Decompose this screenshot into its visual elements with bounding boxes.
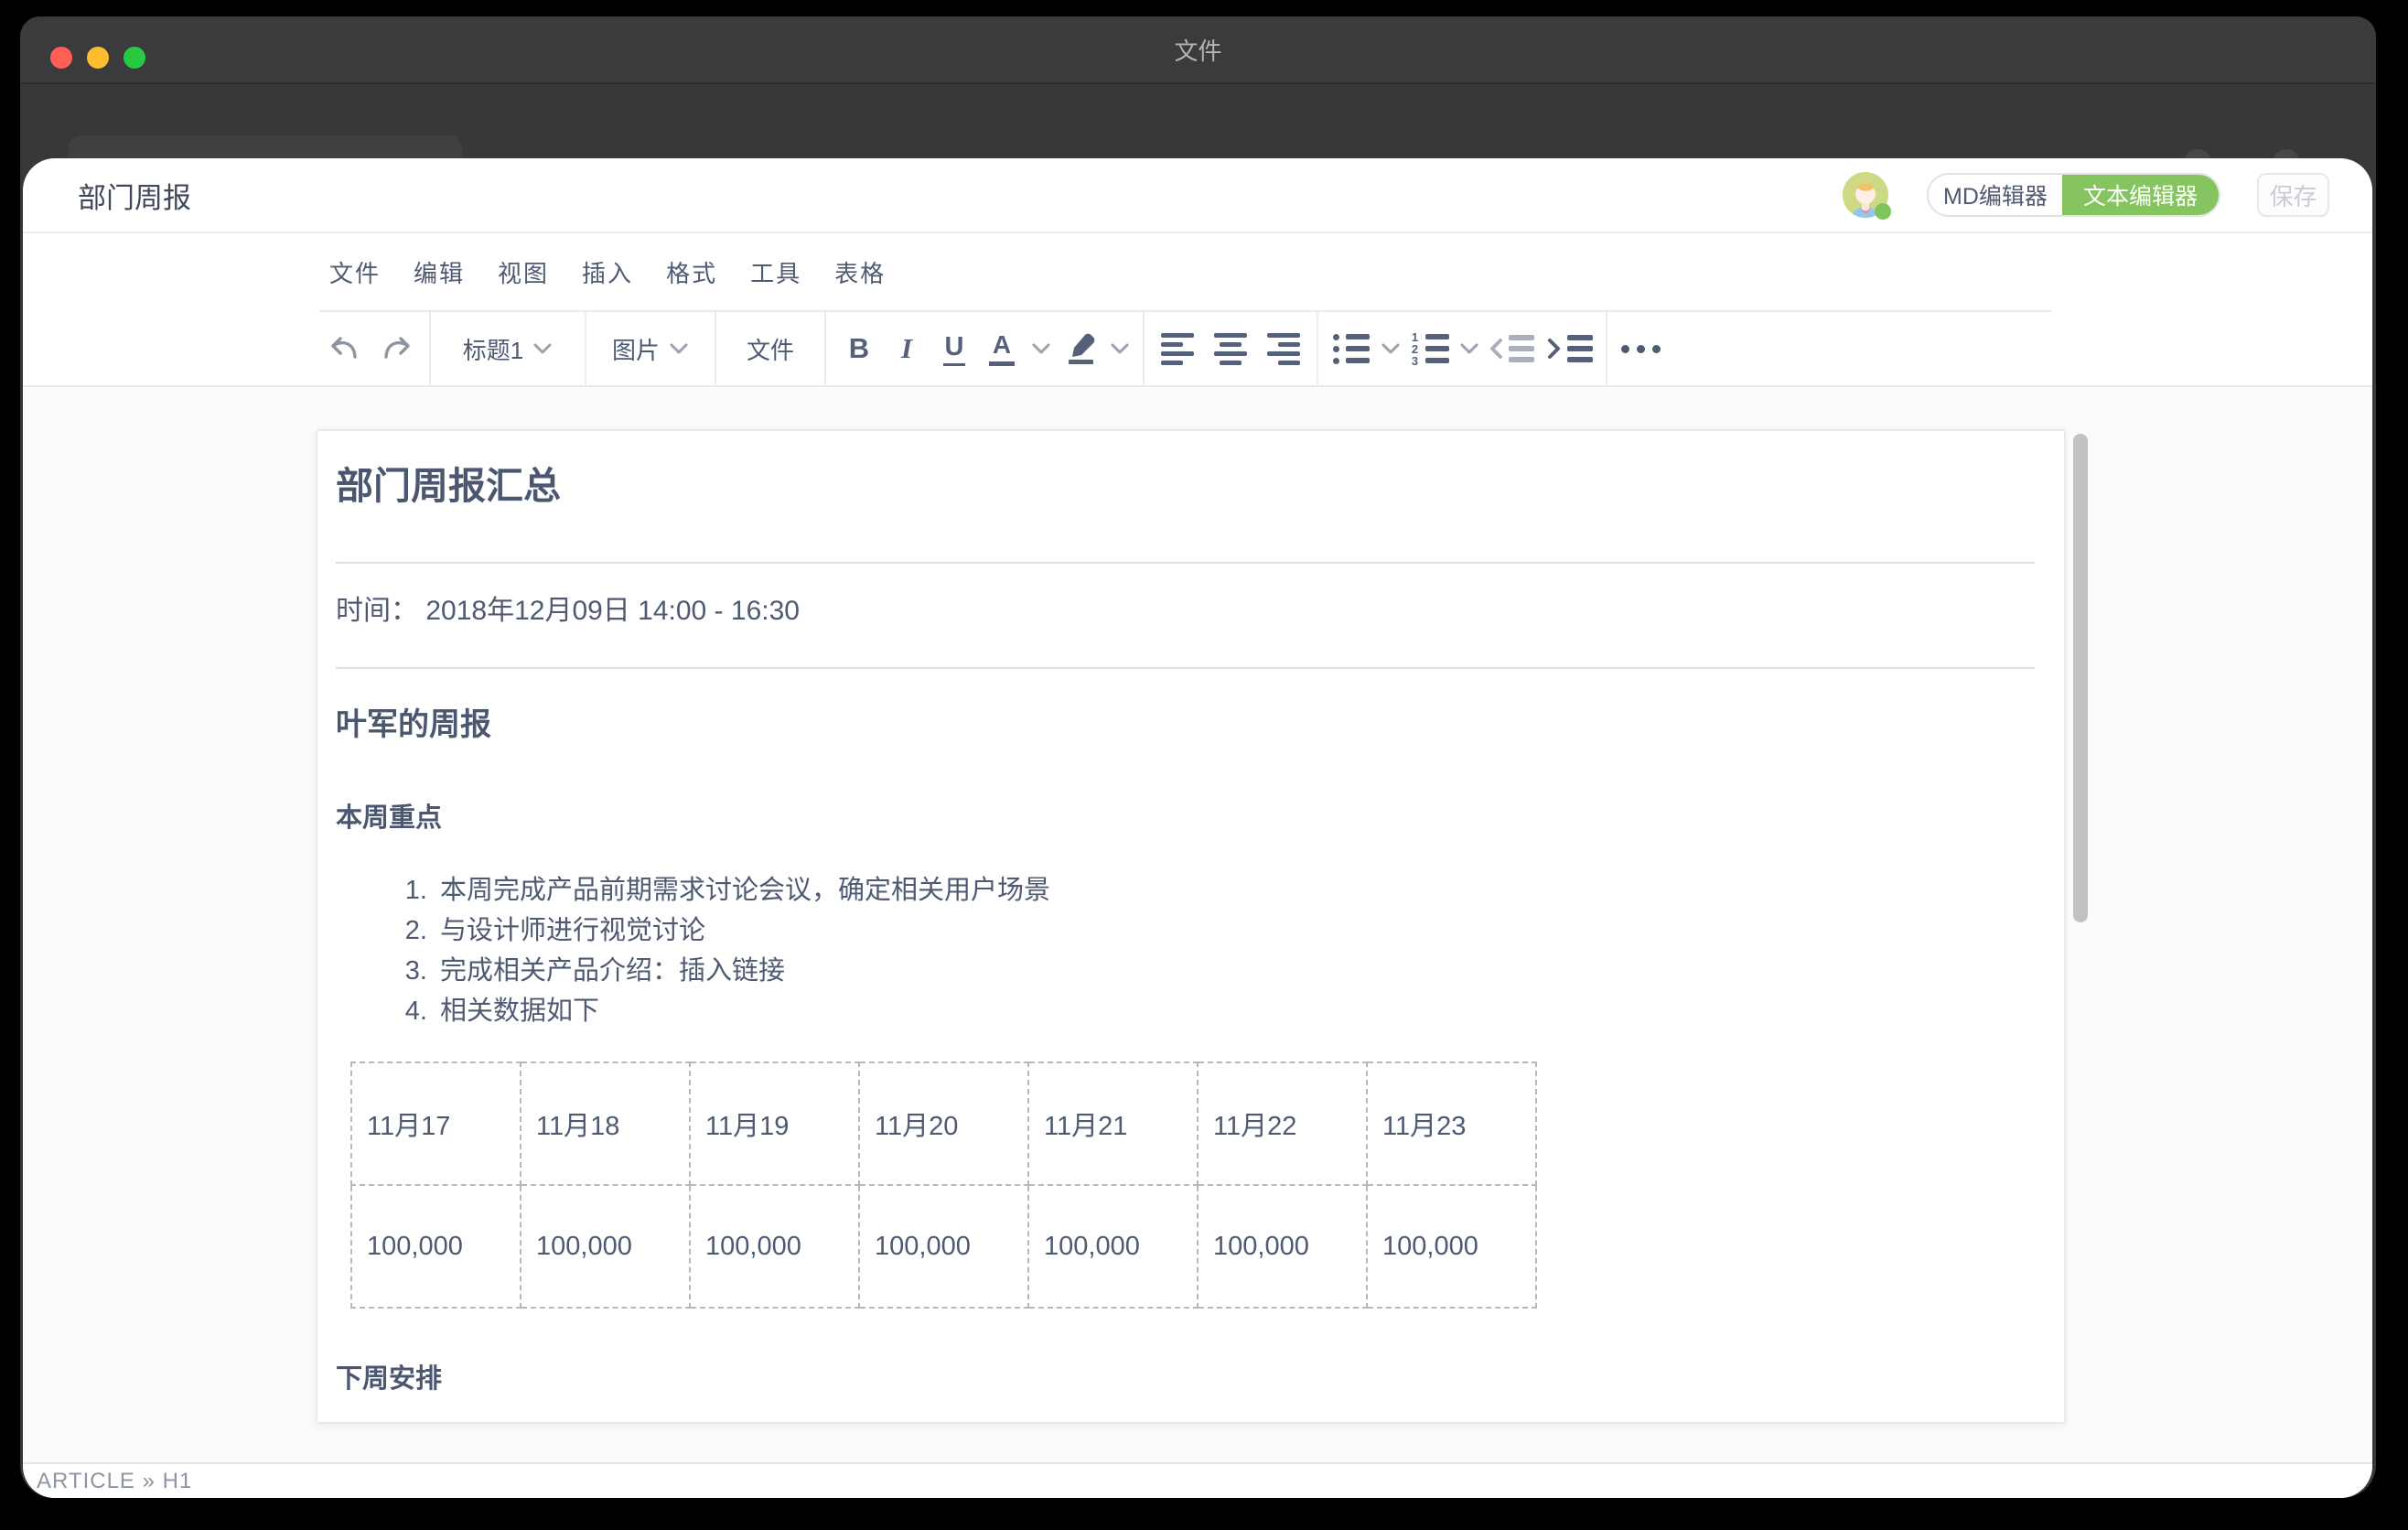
table-cell[interactable]: 100,000 [351,1185,521,1308]
table-value-row: 100,000 100,000 100,000 100,000 100,000 … [351,1185,1536,1308]
doc-heading-2: 叶军的周报 [336,702,2035,748]
align-center-button[interactable] [1210,321,1251,376]
doc-heading-3: 本周重点 [336,798,2035,838]
table-cell[interactable]: 100,000 [690,1185,859,1308]
menu-insert[interactable]: 插入 [582,255,633,289]
table-cell[interactable]: 100,000 [521,1185,690,1308]
align-right-icon [1267,333,1300,365]
bold-button[interactable]: B [839,321,879,376]
data-table[interactable]: 11月17 11月18 11月19 11月20 11月21 11月22 11月2… [350,1061,1537,1309]
more-options-button[interactable] [1620,321,1661,376]
highlighter-icon [1063,331,1098,366]
image-insert-select[interactable]: 图片 [599,321,702,376]
menu-table[interactable]: 表格 [834,255,886,289]
editor-content-area: 部门周报汇总 时间： 2018年12月09日 14:00 - 16:30 叶军的… [23,387,2372,1462]
editor-mode-toggle: MD编辑器 文本编辑器 [1927,173,2220,217]
horizontal-rule [336,667,2035,669]
md-editor-tab[interactable]: MD编辑器 [1929,175,2062,215]
text-editor-tab[interactable]: 文本编辑器 [2062,175,2219,215]
chevron-down-icon [532,342,553,355]
table-cell[interactable]: 11月20 [859,1062,1028,1185]
list-item: 本周完成产品前期需求讨论会议，确定相关用户场景 [435,870,2035,910]
italic-button[interactable]: I [887,321,927,376]
table-cell[interactable]: 11月18 [521,1062,690,1185]
toolbar-separator [585,310,586,387]
table-cell[interactable]: 100,000 [1028,1185,1198,1308]
table-cell[interactable]: 11月19 [690,1062,859,1185]
font-color-icon: A [989,331,1015,366]
toolbar: 标题1 图片 文件 B I U [23,310,2372,387]
bullet-list-button[interactable] [1331,321,1371,376]
toolbar-separator [429,310,431,387]
highlight-button[interactable] [1060,321,1101,376]
table-cell[interactable]: 100,000 [859,1185,1028,1308]
highlight-chevron-icon[interactable] [1110,342,1130,355]
indent-button[interactable] [1547,321,1593,376]
outdent-button[interactable] [1489,321,1534,376]
font-color-chevron-icon[interactable] [1031,342,1051,355]
underline-button[interactable]: U [934,321,974,376]
font-color-button[interactable]: A [982,321,1022,376]
toolbar-separator [715,310,716,387]
outdent-arrow-icon [1489,337,1503,361]
editor-modal: 部门周报 MD编辑器 文本编辑器 保 [23,158,2372,1498]
bullet-list-icon [1333,334,1370,364]
menu-file[interactable]: 文件 [329,255,381,289]
menu-view[interactable]: 视图 [498,255,549,289]
toolbar-separator [824,310,826,387]
file-insert-button[interactable]: 文件 [729,321,812,376]
toolbar-separator [1317,310,1318,387]
heading-select[interactable]: 标题1 [444,321,572,376]
menu-tools[interactable]: 工具 [750,255,801,289]
numbered-list-chevron-icon[interactable] [1459,342,1479,355]
titlebar: 文件 [20,16,2376,84]
table-cell[interactable]: 11月21 [1028,1062,1198,1185]
table-cell[interactable]: 100,000 [1367,1185,1536,1308]
redo-icon [380,332,413,365]
align-left-icon [1161,333,1194,365]
doc-heading-4: 下周安排 [336,1359,2035,1399]
redo-button[interactable] [376,321,416,376]
more-dots-icon [1621,345,1661,353]
align-right-button[interactable] [1263,321,1304,376]
window-title: 文件 [20,16,2376,82]
chevron-down-icon [669,342,689,355]
table-cell[interactable]: 11月22 [1198,1062,1367,1185]
align-center-icon [1214,333,1247,365]
status-bar: ARTICLE » H1 [23,1462,2372,1498]
menu-bar: 文件 编辑 视图 插入 格式 工具 表格 [23,233,2372,310]
numbered-list-button[interactable]: 1 2 3 [1410,321,1450,376]
user-avatar[interactable] [1843,172,1888,218]
list-item: 完成相关产品介绍：插入链接 [435,951,2035,991]
table-cell[interactable]: 11月23 [1367,1062,1536,1185]
doc-time-line: 时间： 2018年12月09日 14:00 - 16:30 [336,591,2035,631]
app-window: 文件 部门周报 [20,16,2376,1498]
vertical-scrollbar-thumb[interactable] [2073,434,2088,922]
menu-edit[interactable]: 编辑 [414,255,465,289]
document-title: 部门周报 [78,175,191,216]
bullet-list-chevron-icon[interactable] [1381,342,1401,355]
align-left-button[interactable] [1157,321,1198,376]
undo-button[interactable] [325,321,365,376]
indent-arrow-icon [1547,337,1562,361]
doc-heading-1: 部门周报汇总 [336,458,2035,513]
document-page[interactable]: 部门周报汇总 时间： 2018年12月09日 14:00 - 16:30 叶军的… [316,429,2066,1424]
online-status-dot [1875,203,1891,220]
toolbar-separator [1143,310,1145,387]
table-header-row: 11月17 11月18 11月19 11月20 11月21 11月22 11月2… [351,1062,1536,1185]
menu-format[interactable]: 格式 [666,255,717,289]
element-path-breadcrumb: ARTICLE » H1 [37,1469,192,1494]
table-cell[interactable]: 11月17 [351,1062,521,1185]
undo-icon [328,332,361,365]
table-cell[interactable]: 100,000 [1198,1185,1367,1308]
list-item: 与设计师进行视觉讨论 [435,910,2035,951]
doc-numbered-list: 本周完成产品前期需求讨论会议，确定相关用户场景 与设计师进行视觉讨论 完成相关产… [336,870,2035,1031]
modal-header: 部门周报 MD编辑器 文本编辑器 保 [23,158,2372,233]
horizontal-rule [336,562,2035,564]
numbered-list-icon: 1 2 3 [1411,334,1449,364]
save-button[interactable]: 保存 [2257,173,2329,217]
toolbar-separator [1606,310,1607,387]
list-item: 相关数据如下 [435,991,2035,1031]
